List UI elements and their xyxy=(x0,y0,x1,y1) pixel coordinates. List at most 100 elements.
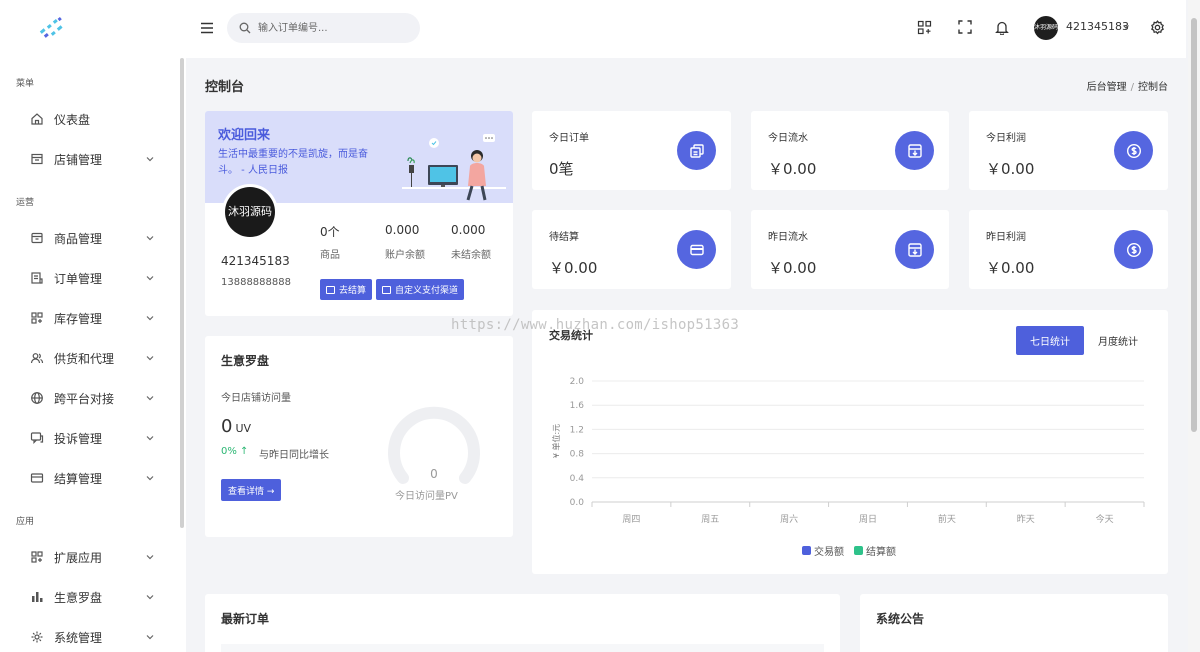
user-name[interactable]: 421345183 xyxy=(1066,20,1129,33)
sidebar-item-cross-platform[interactable]: 跨平台对接 xyxy=(0,381,180,415)
avatar: 沐羽源码 xyxy=(225,187,275,237)
product-count-value: 0个 xyxy=(320,225,340,239)
welcome-quote: 生活中最重要的不是凯旋，而是奋斗。 - 人民日报 xyxy=(218,149,368,176)
fullscreen-icon[interactable] xyxy=(957,19,973,35)
business-compass-card: 生意罗盘 今日店铺访问量 0 UV 0% ↑ 与昨日同比增长 查看详情 → 0 今… xyxy=(205,336,513,537)
settings-gear-icon[interactable] xyxy=(1149,19,1165,35)
section-menu: 菜单 xyxy=(16,79,35,89)
dollar-icon xyxy=(1114,131,1153,170)
globe-icon xyxy=(29,390,45,406)
sidebar-item-label: 仪表盘 xyxy=(54,112,91,127)
store-icon xyxy=(29,151,45,167)
breadcrumb: 后台管理 / 控制台 xyxy=(1087,78,1168,93)
sidebar-item-label: 商品管理 xyxy=(54,231,103,246)
stat-title: 今日流水 xyxy=(768,133,808,144)
sidebar-item-store[interactable]: 店铺管理 xyxy=(0,142,180,176)
settle-button-label: 去结算 xyxy=(339,286,367,296)
chevron-down-icon xyxy=(145,632,155,642)
sidebar-item-system[interactable]: 系统管理 xyxy=(0,620,180,652)
y-tick-label: 1.6 xyxy=(570,401,585,411)
unsettled-value: 0.000 xyxy=(451,223,486,237)
page-title: 控制台 xyxy=(205,80,245,95)
page-scrollbar-thumb[interactable] xyxy=(1191,18,1197,432)
breadcrumb-current: 控制台 xyxy=(1138,82,1168,93)
x-tick-label: 今天 xyxy=(1096,513,1114,525)
stat-value: ￥0.00 xyxy=(986,259,1035,277)
avatar[interactable]: 沐羽源码 xyxy=(1034,16,1058,40)
sidebar-item-label: 库存管理 xyxy=(54,311,103,326)
legend-swatch xyxy=(854,546,863,555)
orders-table-header xyxy=(221,644,824,652)
x-tick-label: 周日 xyxy=(859,514,877,525)
chevron-down-icon xyxy=(145,552,155,562)
pv-gauge xyxy=(388,406,480,484)
sidebar-item-label: 投诉管理 xyxy=(54,431,103,446)
order-icon xyxy=(29,270,45,286)
legend-settle-amount[interactable]: 结算额 xyxy=(854,543,896,558)
custom-payment-button[interactable]: 自定义支付渠道 xyxy=(376,279,465,300)
sidebar-item-products[interactable]: 商品管理 xyxy=(0,221,180,255)
sidebar-item-settlement[interactable]: 结算管理 xyxy=(0,461,180,495)
sidebar-item-business-compass[interactable]: 生意罗盘 xyxy=(0,580,180,614)
stat-card-today-revenue: 今日流水 ￥0.00 xyxy=(751,111,949,190)
y-axis-label: ¥ 单位:元 xyxy=(551,424,561,458)
sidebar-scrollbar[interactable] xyxy=(180,58,184,528)
gauge-value: 0 xyxy=(430,467,438,481)
sidebar-item-orders[interactable]: 订单管理 xyxy=(0,261,180,295)
breadcrumb-home[interactable]: 后台管理 xyxy=(1087,82,1127,93)
hamburger-menu-icon[interactable] xyxy=(200,22,214,34)
balance-value: 0.000 xyxy=(385,223,420,237)
grid-icon xyxy=(29,310,45,326)
bell-icon[interactable] xyxy=(994,19,1010,35)
inbox-icon xyxy=(895,131,934,170)
sidebar-item-dashboard[interactable]: 仪表盘 xyxy=(0,102,180,136)
card-icon xyxy=(677,230,716,269)
sidebar-item-complaints[interactable]: 投诉管理 xyxy=(0,421,180,455)
tab-seven-day[interactable]: 七日统计 xyxy=(1016,326,1084,355)
system-notice-card: 系统公告 xyxy=(860,594,1168,652)
stat-value: ￥0.00 xyxy=(768,259,817,277)
welcome-title: 欢迎回来 xyxy=(218,128,271,143)
x-tick-label: 昨天 xyxy=(1017,513,1035,525)
stat-title: 今日利润 xyxy=(986,133,1026,144)
search-input[interactable] xyxy=(258,20,408,36)
stat-value: 0笔 xyxy=(549,160,574,178)
trade-chart: 0.0 0.4 0.8 1.2 1.6 2.0 ¥ 单位:元周四 周五 周六 周日 前天 昨天 今天 xyxy=(551,377,1145,525)
uv-value: 0 UV xyxy=(221,416,251,437)
sidebar-item-extensions[interactable]: 扩展应用 xyxy=(0,540,180,574)
chevron-down-icon[interactable] xyxy=(1122,23,1130,31)
sidebar-item-label: 订单管理 xyxy=(54,271,103,286)
sidebar-item-label: 店铺管理 xyxy=(54,152,103,167)
sidebar-item-inventory[interactable]: 库存管理 xyxy=(0,301,180,335)
chevron-down-icon xyxy=(145,154,155,164)
stat-title: 昨日流水 xyxy=(768,232,808,243)
view-details-button[interactable]: 查看详情 → xyxy=(221,479,282,501)
section-apps: 应用 xyxy=(16,517,35,527)
home-icon xyxy=(29,111,45,127)
page-scrollbar[interactable] xyxy=(1188,0,1200,652)
stat-title: 今日订单 xyxy=(549,133,589,144)
tab-monthly[interactable]: 月度统计 xyxy=(1084,326,1152,355)
uv-number: 0 xyxy=(221,416,233,437)
sidebar-item-supply[interactable]: 供货和代理 xyxy=(0,341,180,375)
sidebar-item-label: 结算管理 xyxy=(54,471,103,486)
growth-percent: 0% ↑ xyxy=(221,446,249,457)
workspace-illustration xyxy=(402,134,506,201)
card-icon xyxy=(29,470,45,486)
y-tick-label: 1.2 xyxy=(570,425,584,435)
topbar: 沐羽源码 421345183 xyxy=(186,0,1186,58)
stat-card-pending-settlement: 待结算 ￥0.00 xyxy=(532,210,731,289)
uv-unit: UV xyxy=(235,422,252,435)
apps-add-icon[interactable] xyxy=(916,19,932,35)
gauge-label: 今日访问量PV xyxy=(395,491,458,502)
sidebar-item-label: 供货和代理 xyxy=(54,351,115,366)
stat-card-yesterday-profit: 昨日利润 ￥0.00 xyxy=(969,210,1168,289)
legend-trade-amount[interactable]: 交易额 xyxy=(802,543,844,558)
settle-button[interactable]: 去结算 xyxy=(320,279,373,300)
stat-card-today-orders: 今日订单 0笔 xyxy=(532,111,731,190)
chevron-down-icon xyxy=(145,473,155,483)
latest-orders-title: 最新订单 xyxy=(221,612,270,626)
chat-icon xyxy=(29,430,45,446)
x-tick-label: 周六 xyxy=(780,513,798,525)
latest-orders-card: 最新订单 xyxy=(205,594,840,652)
